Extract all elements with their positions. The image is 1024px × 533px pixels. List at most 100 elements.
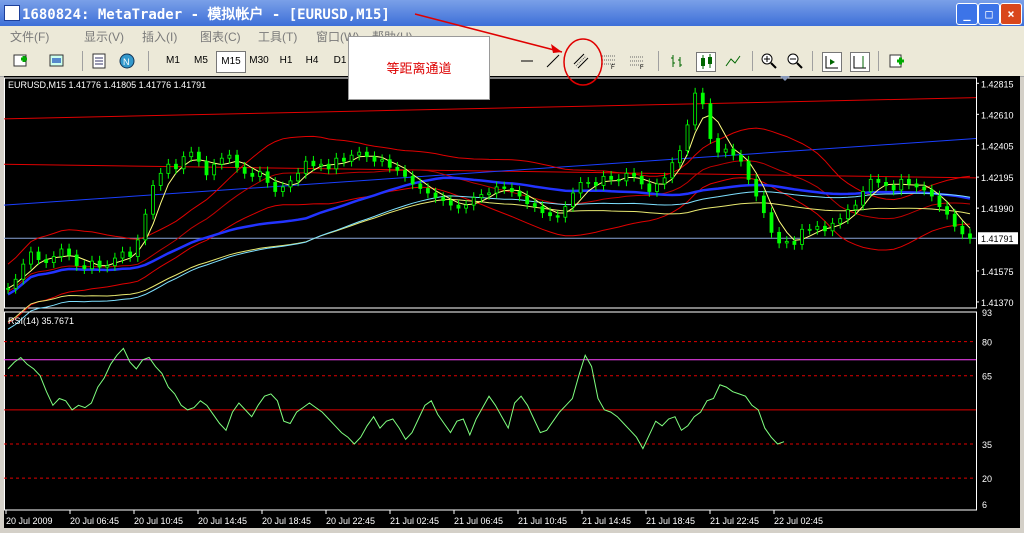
maximize-icon: □ bbox=[985, 7, 993, 21]
timeframe-m1[interactable]: M1 bbox=[160, 51, 186, 71]
chart-canvas[interactable]: 1.42815 1.42610 1.42405 1.42195 1.41990 1.417… bbox=[3, 76, 1020, 528]
price-candle bbox=[158, 172, 163, 186]
price-candle bbox=[258, 171, 262, 177]
price-candle bbox=[265, 171, 270, 183]
timeframe-m30[interactable]: M30 bbox=[246, 51, 272, 71]
zoom-in-icon[interactable] bbox=[760, 52, 778, 70]
timeframe-h1[interactable]: H1 bbox=[274, 51, 298, 71]
maximize-button[interactable]: □ bbox=[978, 3, 1000, 25]
timeframe-h4[interactable]: H4 bbox=[300, 51, 324, 71]
price-candle bbox=[135, 239, 140, 257]
price-candle bbox=[487, 192, 491, 195]
chart-shift-icon[interactable] bbox=[850, 52, 870, 72]
time-tick-label: 20 Jul 10:45 bbox=[134, 516, 183, 526]
price-candle bbox=[288, 180, 293, 188]
minimize-button[interactable]: _ bbox=[956, 3, 978, 25]
trendline-icon[interactable] bbox=[544, 52, 562, 70]
menu-tools[interactable]: 工具(T) bbox=[258, 28, 297, 45]
time-tick-label: 20 Jul 14:45 bbox=[198, 516, 247, 526]
autoscroll-icon[interactable] bbox=[822, 52, 842, 72]
price-candle bbox=[204, 160, 209, 176]
price-candle bbox=[761, 195, 766, 214]
price-candle bbox=[624, 172, 629, 182]
price-candle bbox=[464, 204, 468, 209]
menu-file[interactable]: 文件(F) bbox=[10, 28, 49, 45]
price-candle bbox=[410, 175, 415, 185]
title-bar: 1680824: MetaTrader - 模拟帐户 - [EURUSD,M15… bbox=[0, 0, 1024, 26]
price-candle bbox=[601, 175, 606, 186]
price-candle bbox=[219, 157, 224, 165]
price-candle bbox=[364, 151, 369, 158]
price-candle bbox=[242, 166, 247, 174]
price-candle bbox=[792, 241, 797, 245]
price-candle bbox=[677, 150, 682, 164]
fibo-fan-icon[interactable]: F bbox=[628, 52, 646, 71]
price-candle bbox=[525, 195, 530, 204]
trend-line-blue bbox=[3, 138, 977, 206]
price-candle bbox=[876, 178, 881, 183]
price-candle bbox=[540, 206, 545, 214]
price-candle bbox=[922, 186, 927, 191]
price-tick-label: 1.41990 bbox=[981, 204, 1014, 214]
rsi-line bbox=[7, 347, 785, 450]
price-candle bbox=[632, 172, 636, 177]
timeframe-m5[interactable]: M5 bbox=[188, 51, 214, 71]
toolbar: N M1 M5 M15 M30 H1 H4 D1 F F bbox=[0, 46, 1024, 77]
price-candle bbox=[51, 256, 56, 264]
chart-title: EURUSD,M15 1.41776 1.41805 1.41776 1.417… bbox=[8, 80, 206, 90]
menu-bar: 文件(F) 显示(V) 插入(I) 图表(C) 工具(T) 窗口(W) 帮助(H… bbox=[0, 26, 1024, 46]
line-chart-icon[interactable] bbox=[724, 52, 742, 70]
price-candle bbox=[907, 178, 911, 185]
zoom-out-icon[interactable] bbox=[786, 52, 804, 70]
price-candle bbox=[708, 103, 713, 139]
price-candle bbox=[578, 182, 583, 194]
time-tick-label: 20 Jul 22:45 bbox=[326, 516, 375, 526]
price-candle bbox=[914, 183, 919, 188]
price-candle bbox=[815, 225, 820, 230]
price-candle bbox=[548, 212, 552, 217]
navigator-icon[interactable]: N bbox=[118, 52, 136, 70]
market-watch-icon[interactable] bbox=[90, 52, 108, 70]
svg-text:F: F bbox=[611, 65, 615, 70]
price-candle bbox=[838, 218, 843, 224]
price-candle bbox=[670, 162, 675, 179]
chart-window[interactable]: 1.42815 1.42610 1.42405 1.42195 1.41990 1.417… bbox=[3, 76, 1020, 528]
menu-charts[interactable]: 图表(C) bbox=[200, 28, 241, 45]
price-candle bbox=[807, 228, 812, 231]
profiles-icon[interactable] bbox=[48, 52, 66, 70]
candle-chart-icon[interactable] bbox=[696, 52, 716, 72]
price-candle bbox=[563, 206, 568, 218]
price-candle bbox=[899, 178, 904, 191]
price-candle bbox=[830, 222, 835, 232]
price-candle bbox=[326, 163, 331, 170]
price-candle bbox=[555, 215, 560, 218]
menu-insert[interactable]: 插入(I) bbox=[142, 28, 177, 45]
line-icon[interactable] bbox=[518, 52, 536, 70]
fibo-icon[interactable]: F bbox=[600, 52, 618, 71]
price-candle bbox=[395, 166, 400, 171]
new-chart-icon[interactable] bbox=[12, 52, 30, 70]
close-button[interactable]: × bbox=[1000, 3, 1022, 25]
price-candle bbox=[280, 186, 285, 192]
price-candle bbox=[227, 154, 232, 159]
price-candle bbox=[639, 175, 644, 185]
price-candle bbox=[128, 251, 133, 257]
price-candle bbox=[357, 151, 362, 156]
rsi-label: RSI(14) 35.7671 bbox=[8, 316, 74, 326]
price-candle bbox=[151, 185, 155, 215]
time-tick-label: 20 Jul 2009 bbox=[6, 516, 53, 526]
price-candle bbox=[945, 206, 949, 215]
timeframe-m15[interactable]: M15 bbox=[216, 51, 246, 73]
price-candle bbox=[861, 191, 866, 206]
price-candle bbox=[823, 225, 827, 232]
indicators-icon[interactable] bbox=[888, 52, 906, 70]
price-candle bbox=[189, 151, 194, 158]
toolbar-separator bbox=[658, 51, 659, 71]
price-candle bbox=[418, 183, 423, 189]
price-candle bbox=[800, 228, 804, 245]
price-candle bbox=[426, 188, 430, 194]
bar-chart-icon[interactable] bbox=[668, 52, 686, 70]
menu-view[interactable]: 显示(V) bbox=[84, 28, 124, 45]
price-candle bbox=[67, 248, 71, 256]
equidistant-channel-icon[interactable] bbox=[572, 52, 590, 70]
